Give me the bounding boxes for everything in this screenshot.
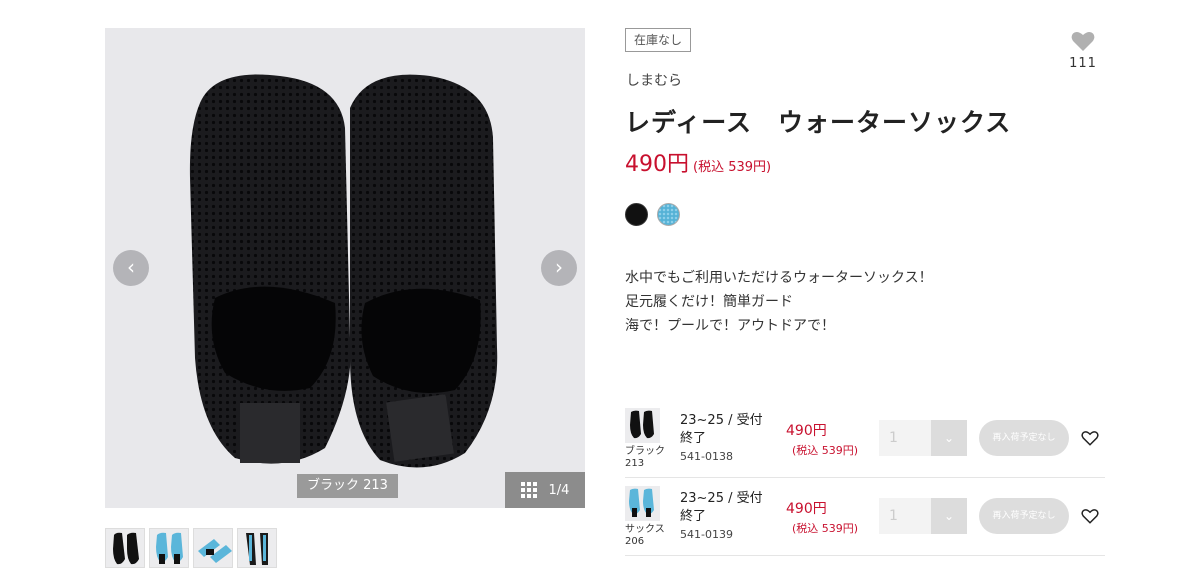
variant-favorite-button[interactable]	[1081, 429, 1099, 447]
variant-sku: 541-0139	[680, 528, 733, 541]
thumbnail-1[interactable]	[105, 528, 145, 568]
product-main-image[interactable]: ‹ › ブラック 213 1/4	[105, 28, 585, 508]
grid-icon	[520, 482, 537, 498]
thumbnail-2[interactable]	[149, 528, 189, 568]
quantity-select[interactable]: 1 ⌄	[879, 498, 967, 534]
image-counter: 1/4	[548, 482, 570, 498]
image-caption: ブラック 213	[297, 474, 398, 498]
variant-size-status: 23~25 / 受付終了	[680, 491, 763, 524]
chevron-down-icon: ⌄	[931, 420, 967, 456]
variant-favorite-button[interactable]	[1081, 507, 1099, 525]
variant-size-status: 23~25 / 受付終了	[680, 413, 763, 446]
product-price: 490円 (税込 539円)	[625, 146, 771, 178]
description-line: 足元履くだけ！簡単ガード	[625, 294, 793, 310]
brand-name: しまむら	[626, 73, 682, 89]
variant-color: サックス 206	[625, 524, 665, 547]
favorite-button[interactable]: 111	[1066, 30, 1100, 71]
swatch-black[interactable]	[625, 203, 648, 226]
product-photo-black-socks	[105, 28, 585, 508]
description-line: 水中でもご利用いただけるウォーターソックス！	[625, 270, 933, 286]
stock-status-badge: 在庫なし	[625, 28, 692, 52]
swatch-sax[interactable]	[657, 203, 680, 226]
variant-thumbnail	[625, 408, 660, 443]
thumbnail-strip	[105, 528, 277, 568]
product-description: 水中でもご利用いただけるウォーターソックス！ 足元履くだけ！簡単ガード 海で！プ…	[625, 266, 933, 338]
variant-row: ブラック 213 23~25 / 受付終了 541-0138 490円 (税込 …	[625, 400, 1105, 478]
variant-price: 490円 (税込 539円)	[786, 423, 859, 457]
restock-button[interactable]: 再入荷予定なし	[979, 498, 1069, 534]
price-main: 490円	[625, 152, 689, 177]
thumbnail-4[interactable]	[237, 528, 277, 568]
image-counter-button[interactable]: 1/4	[505, 472, 585, 508]
variant-color: ブラック 213	[625, 446, 665, 469]
variant-price: 490円 (税込 539円)	[786, 501, 859, 535]
next-image-button[interactable]: ›	[541, 250, 577, 286]
variant-row: サックス 206 23~25 / 受付終了 541-0139 490円 (税込 …	[625, 478, 1105, 556]
description-line: 海で！プールで！アウトドアで！	[625, 318, 835, 334]
restock-button[interactable]: 再入荷予定なし	[979, 420, 1069, 456]
thumbnail-3[interactable]	[193, 528, 233, 568]
heart-icon	[1071, 32, 1095, 51]
variant-thumbnail	[625, 486, 660, 521]
quantity-select[interactable]: 1 ⌄	[879, 420, 967, 456]
variant-list: ブラック 213 23~25 / 受付終了 541-0138 490円 (税込 …	[625, 400, 1105, 556]
variant-sku: 541-0138	[680, 450, 733, 463]
prev-image-button[interactable]: ‹	[113, 250, 149, 286]
heart-outline-icon	[1081, 509, 1099, 524]
color-swatches	[625, 203, 680, 226]
product-title: レディース ウォーターソックス	[625, 108, 1012, 137]
favorite-count: 111	[1069, 56, 1097, 71]
heart-outline-icon	[1081, 431, 1099, 446]
chevron-down-icon: ⌄	[931, 498, 967, 534]
price-tax: (税込 539円)	[693, 160, 772, 175]
